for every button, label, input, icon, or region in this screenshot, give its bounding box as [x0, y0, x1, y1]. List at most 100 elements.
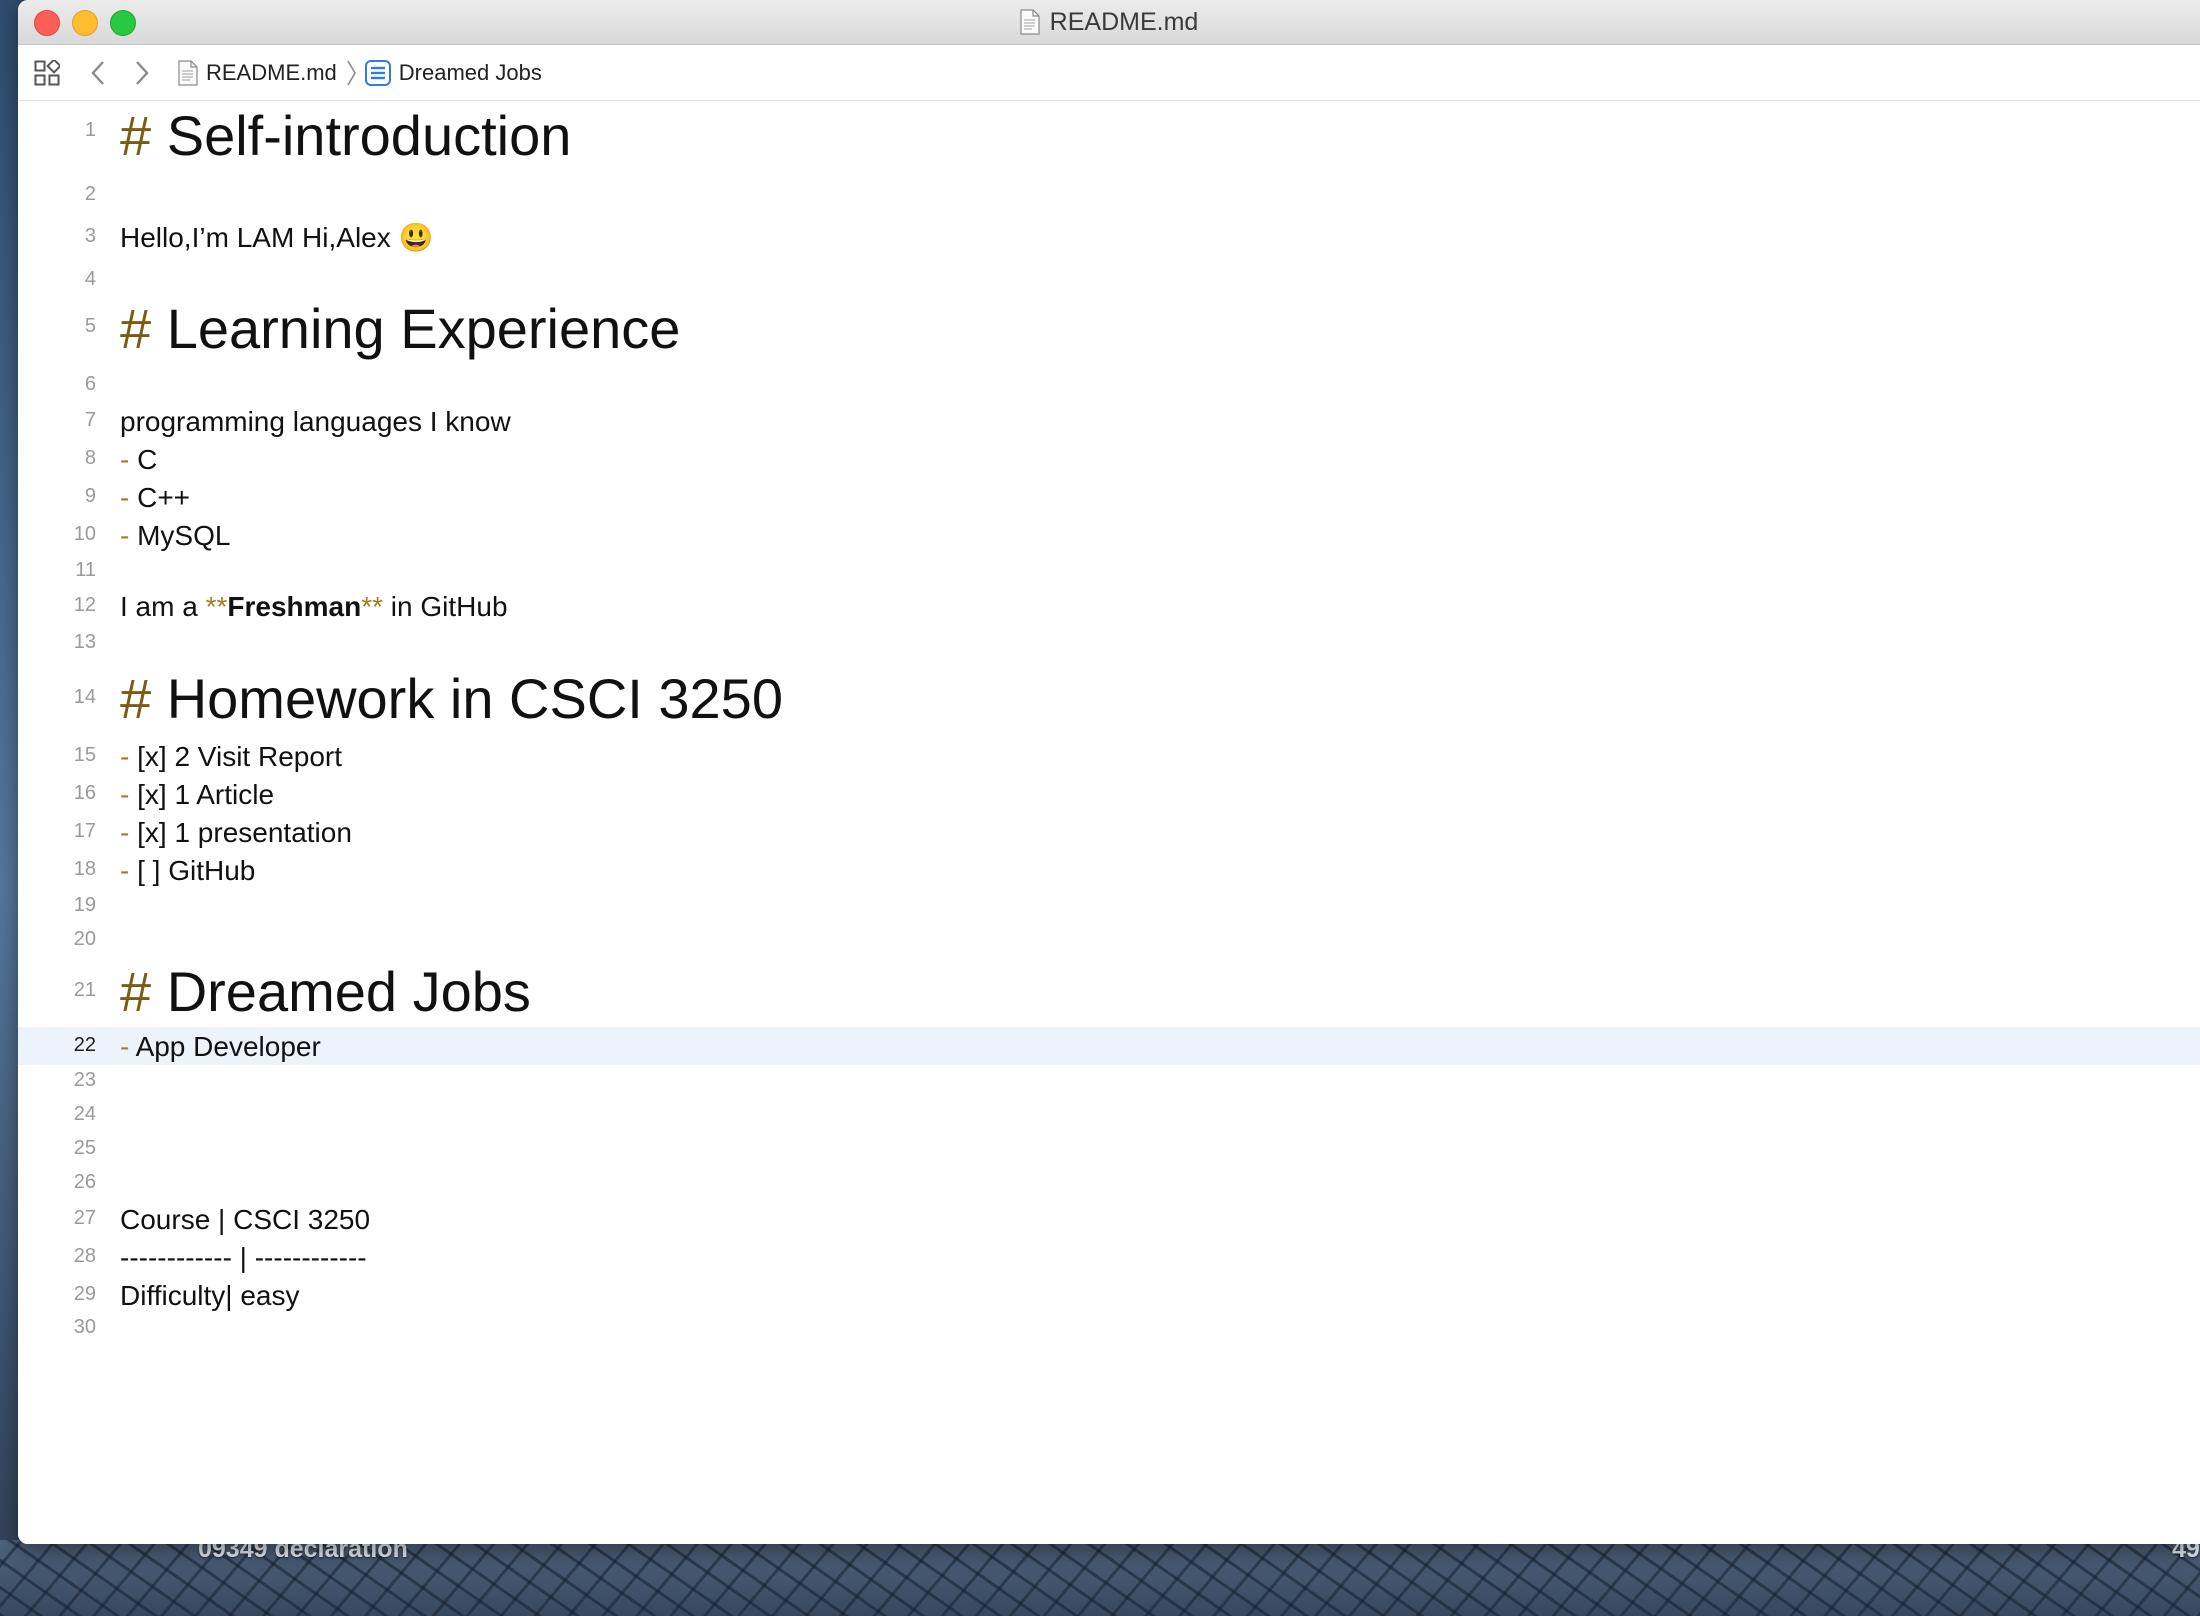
line-text: ------------ | ------------	[120, 1242, 367, 1273]
editor-line[interactable]: 30	[18, 1314, 2200, 1350]
breadcrumb-section[interactable]: Dreamed Jobs	[364, 59, 542, 86]
editor-line[interactable]: 20	[18, 926, 2200, 962]
heading-line: # Homework in CSCI 3250	[120, 666, 783, 731]
breadcrumb-file-label: README.md	[206, 59, 337, 85]
editor-line[interactable]: 14 # Homework in CSCI 3250	[18, 666, 2200, 736]
editor-line[interactable]: 9 - C++	[18, 479, 2200, 515]
editor-line[interactable]: 8 - C	[18, 441, 2200, 477]
heading-marker: #	[120, 960, 152, 1023]
list-marker: -	[120, 855, 130, 886]
list-item-text: MySQL	[137, 520, 231, 551]
line-text-before: I am a	[120, 591, 206, 622]
chevron-left-icon	[91, 60, 104, 85]
editor-line[interactable]: 27 Course | CSCI 3250	[18, 1201, 2200, 1237]
list-item-text: C++	[137, 482, 191, 513]
editor-line[interactable]: 7 programming languages I know	[18, 403, 2200, 439]
line-number: 22	[73, 1034, 96, 1056]
editor-line[interactable]: 12 I am a **Freshman** in GitHub	[18, 588, 2200, 624]
editor-line[interactable]: 2	[18, 181, 2200, 217]
related-items-button[interactable]	[26, 53, 68, 93]
line-number: 7	[84, 409, 96, 431]
editor-line[interactable]: 26	[18, 1169, 2200, 1205]
line-number: 23	[73, 1069, 96, 1091]
source-editor[interactable]: 1 # Self-introduction 2 3 Hello,I’m LAM …	[18, 101, 2200, 1544]
editor-line[interactable]: 3 Hello,I’m LAM Hi,Alex 😃	[18, 218, 2200, 254]
list-item-line: - C	[120, 444, 157, 476]
list-item-line: - C++	[120, 482, 190, 514]
editor-line[interactable]: 25	[18, 1135, 2200, 1171]
list-marker: -	[120, 444, 130, 475]
editor-line[interactable]: 24	[18, 1101, 2200, 1137]
forward-button[interactable]	[122, 53, 162, 93]
back-button[interactable]	[78, 53, 118, 93]
line-text-after: in GitHub	[383, 591, 508, 622]
line-number: 29	[73, 1283, 96, 1305]
editor-line[interactable]: 16 - [x] 1 Article	[18, 776, 2200, 812]
editor-line[interactable]: 28 ------------ | ------------	[18, 1239, 2200, 1275]
editor-line[interactable]: 21 # Dreamed Jobs	[18, 959, 2200, 1029]
line-number: 8	[84, 447, 96, 469]
heading-marker: #	[120, 297, 152, 360]
heading-text: Learning Experience	[166, 297, 681, 360]
list-item-text: C	[137, 444, 158, 475]
list-marker: -	[120, 779, 130, 810]
list-item-text: [ ] GitHub	[137, 855, 256, 886]
line-number: 21	[73, 979, 96, 1001]
line-text: Hello,I’m LAM Hi,Alex	[120, 222, 391, 253]
line-number: 16	[73, 782, 96, 804]
list-item-line: - App Developer	[120, 1031, 321, 1063]
list-marker: -	[120, 520, 130, 551]
line-number: 27	[73, 1207, 96, 1229]
breadcrumb-file[interactable]: README.md	[178, 60, 337, 86]
list-item-text: App Developer	[135, 1031, 321, 1062]
editor-line[interactable]: 23	[18, 1067, 2200, 1103]
window-title-text: README.md	[1049, 7, 1199, 36]
line-number: 3	[84, 225, 96, 247]
line-number: 14	[73, 686, 96, 708]
list-marker: -	[120, 1031, 130, 1062]
list-marker: -	[120, 817, 130, 848]
line-number: 30	[73, 1316, 96, 1338]
line-number: 24	[73, 1103, 96, 1125]
document-icon	[1020, 9, 1040, 35]
editor-line-current[interactable]: 22 - App Developer	[18, 1027, 2200, 1065]
line-number: 13	[73, 631, 96, 653]
window-title: README.md	[18, 0, 2200, 44]
list-marker: -	[120, 741, 130, 772]
editor-line[interactable]: 1 # Self-introduction	[18, 101, 2200, 167]
editor-line[interactable]: 18 - [ ] GitHub	[18, 852, 2200, 888]
line-number: 9	[84, 485, 96, 507]
editor-line[interactable]: 15 - [x] 2 Visit Report	[18, 738, 2200, 774]
bold-open-marker: **	[205, 591, 228, 622]
list-item-text: [x] 2 Visit Report	[137, 741, 343, 772]
text-line: Hello,I’m LAM Hi,Alex 😃	[120, 221, 433, 254]
line-number: 15	[73, 744, 96, 766]
list-marker: -	[120, 482, 130, 513]
heading-marker: #	[120, 104, 152, 167]
line-number: 25	[73, 1137, 96, 1159]
editor-line[interactable]: 17 - [x] 1 presentation	[18, 814, 2200, 850]
list-item-text: [x] 1 presentation	[137, 817, 352, 848]
heading-marker: #	[120, 667, 152, 730]
heading-line: # Dreamed Jobs	[120, 959, 531, 1024]
line-text: Course | CSCI 3250	[120, 1204, 371, 1235]
editor-line[interactable]: 29 Difficulty| easy	[18, 1277, 2200, 1313]
editor-line[interactable]: 6	[18, 371, 2200, 407]
heading-line: # Learning Experience	[120, 296, 680, 361]
editor-line[interactable]: 19	[18, 892, 2200, 928]
line-number: 19	[73, 894, 96, 916]
editor-line[interactable]: 10 - MySQL	[18, 517, 2200, 553]
line-number: 17	[73, 820, 96, 842]
bold-text: Freshman	[227, 591, 362, 622]
line-number: 10	[73, 523, 96, 545]
heading-text: Homework in CSCI 3250	[166, 667, 783, 730]
smiley-emoji-icon: 😃	[398, 222, 434, 253]
grid-icon	[34, 59, 60, 85]
editor-line[interactable]: 5 # Learning Experience	[18, 293, 2200, 363]
editor-line[interactable]: 13	[18, 626, 2200, 662]
line-number: 4	[84, 268, 96, 290]
line-text: programming languages I know	[120, 406, 511, 437]
title-bar[interactable]: README.md	[18, 0, 2200, 45]
text-line: I am a **Freshman** in GitHub	[120, 591, 508, 623]
list-item-text: [x] 1 Article	[137, 779, 275, 810]
